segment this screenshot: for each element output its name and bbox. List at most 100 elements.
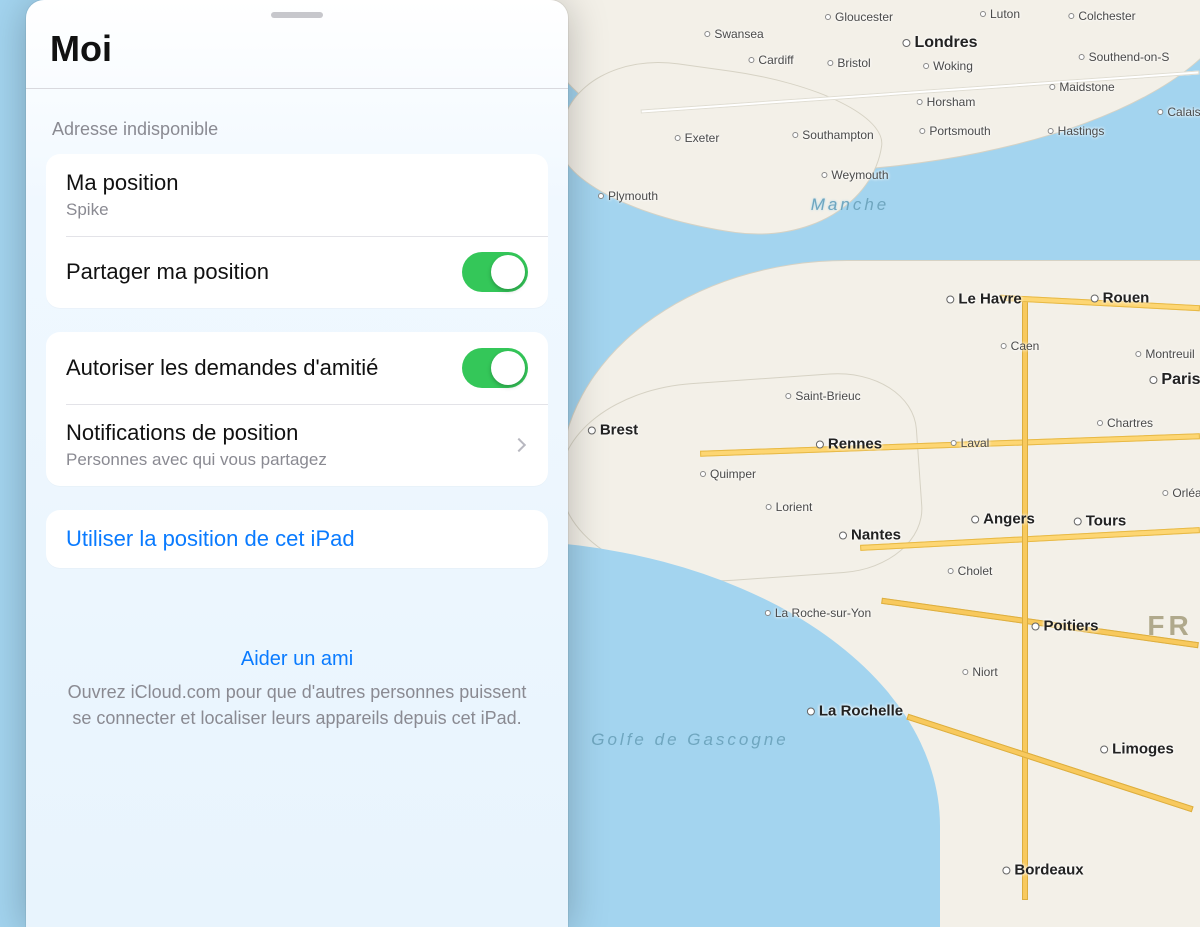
cell-share-position: Partager ma position — [46, 236, 548, 308]
city-name: Londres — [914, 34, 977, 52]
position-notifications-sub: Personnes avec qui vous partagez — [66, 450, 498, 470]
city-name: Orléa — [1172, 486, 1200, 500]
share-position-toggle[interactable] — [462, 252, 528, 292]
city-label[interactable]: Southampton — [792, 128, 873, 142]
city-name: Poitiers — [1043, 618, 1098, 635]
city-dot-icon — [1074, 517, 1082, 525]
city-label[interactable]: Limoges — [1100, 741, 1174, 758]
cell-friend-requests: Autoriser les demandes d'amitié — [46, 332, 548, 404]
me-panel: Moi Adresse indisponible Ma position Spi… — [26, 0, 568, 927]
city-label[interactable]: La Roche-sur-Yon — [765, 606, 871, 620]
city-label[interactable]: Gloucester — [825, 10, 893, 24]
city-label[interactable]: Londres — [902, 34, 977, 52]
city-name: Bristol — [837, 56, 870, 70]
city-label[interactable]: Exeter — [675, 131, 720, 145]
city-name: Montreuil — [1145, 347, 1194, 361]
group-use-ipad: Utiliser la position de cet iPad — [46, 510, 548, 568]
city-name: Exeter — [685, 131, 720, 145]
city-label[interactable]: Caen — [1001, 339, 1040, 353]
city-dot-icon — [825, 14, 831, 20]
city-name: Maidstone — [1059, 80, 1114, 94]
help-friend-link[interactable]: Aider un ami — [62, 648, 532, 671]
city-label[interactable]: Saint-Brieuc — [785, 389, 860, 403]
use-this-ipad-button[interactable]: Utiliser la position de cet iPad — [46, 510, 548, 568]
city-label[interactable]: Plymouth — [598, 189, 658, 203]
friend-requests-toggle[interactable] — [462, 348, 528, 388]
city-name: Gloucester — [835, 10, 893, 24]
city-dot-icon — [1157, 109, 1163, 115]
city-label[interactable]: Cardiff — [748, 53, 793, 67]
city-label[interactable]: Hastings — [1048, 124, 1105, 138]
city-label[interactable]: Woking — [923, 59, 973, 73]
city-name: La Roche-sur-Yon — [775, 606, 871, 620]
city-dot-icon — [827, 60, 833, 66]
city-dot-icon — [1097, 420, 1103, 426]
city-dot-icon — [1001, 343, 1007, 349]
city-name: Quimper — [710, 467, 756, 481]
cell-position-notifications[interactable]: Notifications de position Personnes avec… — [46, 404, 548, 486]
city-label[interactable]: Rouen — [1091, 290, 1150, 307]
city-label[interactable]: Laval — [951, 436, 990, 450]
city-name: Limoges — [1112, 741, 1174, 758]
city-dot-icon — [766, 504, 772, 510]
city-dot-icon — [902, 39, 910, 47]
city-name: Cholet — [958, 564, 993, 578]
city-label[interactable]: Niort — [962, 665, 997, 679]
city-name: Brest — [600, 422, 638, 439]
city-dot-icon — [785, 393, 791, 399]
city-label[interactable]: Paris — [1149, 371, 1200, 389]
city-dot-icon — [675, 135, 681, 141]
my-position-value: Spike — [66, 200, 528, 220]
city-dot-icon — [598, 193, 604, 199]
city-label[interactable]: Horsham — [917, 95, 976, 109]
city-label[interactable]: Le Havre — [946, 291, 1021, 308]
city-dot-icon — [1068, 13, 1074, 19]
city-label[interactable]: Maidstone — [1049, 80, 1114, 94]
country-label: FR — [1147, 610, 1192, 642]
city-dot-icon — [951, 440, 957, 446]
city-label[interactable]: Swansea — [704, 27, 763, 41]
city-label[interactable]: Cholet — [948, 564, 993, 578]
city-dot-icon — [700, 471, 706, 477]
city-dot-icon — [980, 11, 986, 17]
city-label[interactable]: Weymouth — [821, 168, 888, 182]
city-label[interactable]: Portsmouth — [919, 124, 990, 138]
city-label[interactable]: Chartres — [1097, 416, 1153, 430]
city-dot-icon — [1079, 54, 1085, 60]
city-label[interactable]: Poitiers — [1031, 618, 1098, 635]
city-name: Rouen — [1103, 290, 1150, 307]
city-name: Southend-on-S — [1089, 50, 1170, 64]
city-label[interactable]: Nantes — [839, 527, 901, 544]
city-label[interactable]: Colchester — [1068, 9, 1135, 23]
city-dot-icon — [1002, 866, 1010, 874]
city-label[interactable]: Luton — [980, 7, 1020, 21]
road — [1022, 300, 1028, 900]
city-label[interactable]: Rennes — [816, 436, 882, 453]
city-name: Calais — [1167, 105, 1200, 119]
city-label[interactable]: Bordeaux — [1002, 862, 1083, 879]
city-name: Bordeaux — [1014, 862, 1083, 879]
city-name: Southampton — [802, 128, 873, 142]
city-label[interactable]: Angers — [971, 511, 1035, 528]
city-label[interactable]: Lorient — [766, 500, 813, 514]
city-label[interactable]: Calais — [1157, 105, 1200, 119]
city-name: Tours — [1086, 513, 1127, 530]
city-name: Luton — [990, 7, 1020, 21]
city-label[interactable]: La Rochelle — [807, 703, 903, 720]
city-dot-icon — [704, 31, 710, 37]
city-dot-icon — [1091, 294, 1099, 302]
city-name: Chartres — [1107, 416, 1153, 430]
city-label[interactable]: Southend-on-S — [1079, 50, 1170, 64]
city-name: Nantes — [851, 527, 901, 544]
address-unavailable-label: Adresse indisponible — [26, 89, 568, 154]
city-label[interactable]: Orléa — [1162, 486, 1200, 500]
city-label[interactable]: Brest — [588, 422, 638, 439]
city-label[interactable]: Tours — [1074, 513, 1127, 530]
city-label[interactable]: Montreuil — [1135, 347, 1194, 361]
city-label[interactable]: Quimper — [700, 467, 756, 481]
city-label[interactable]: Bristol — [827, 56, 870, 70]
city-dot-icon — [1135, 351, 1141, 357]
use-this-ipad-label: Utiliser la position de cet iPad — [66, 526, 355, 552]
cell-my-position[interactable]: Ma position Spike — [46, 154, 548, 236]
city-name: Weymouth — [831, 168, 888, 182]
